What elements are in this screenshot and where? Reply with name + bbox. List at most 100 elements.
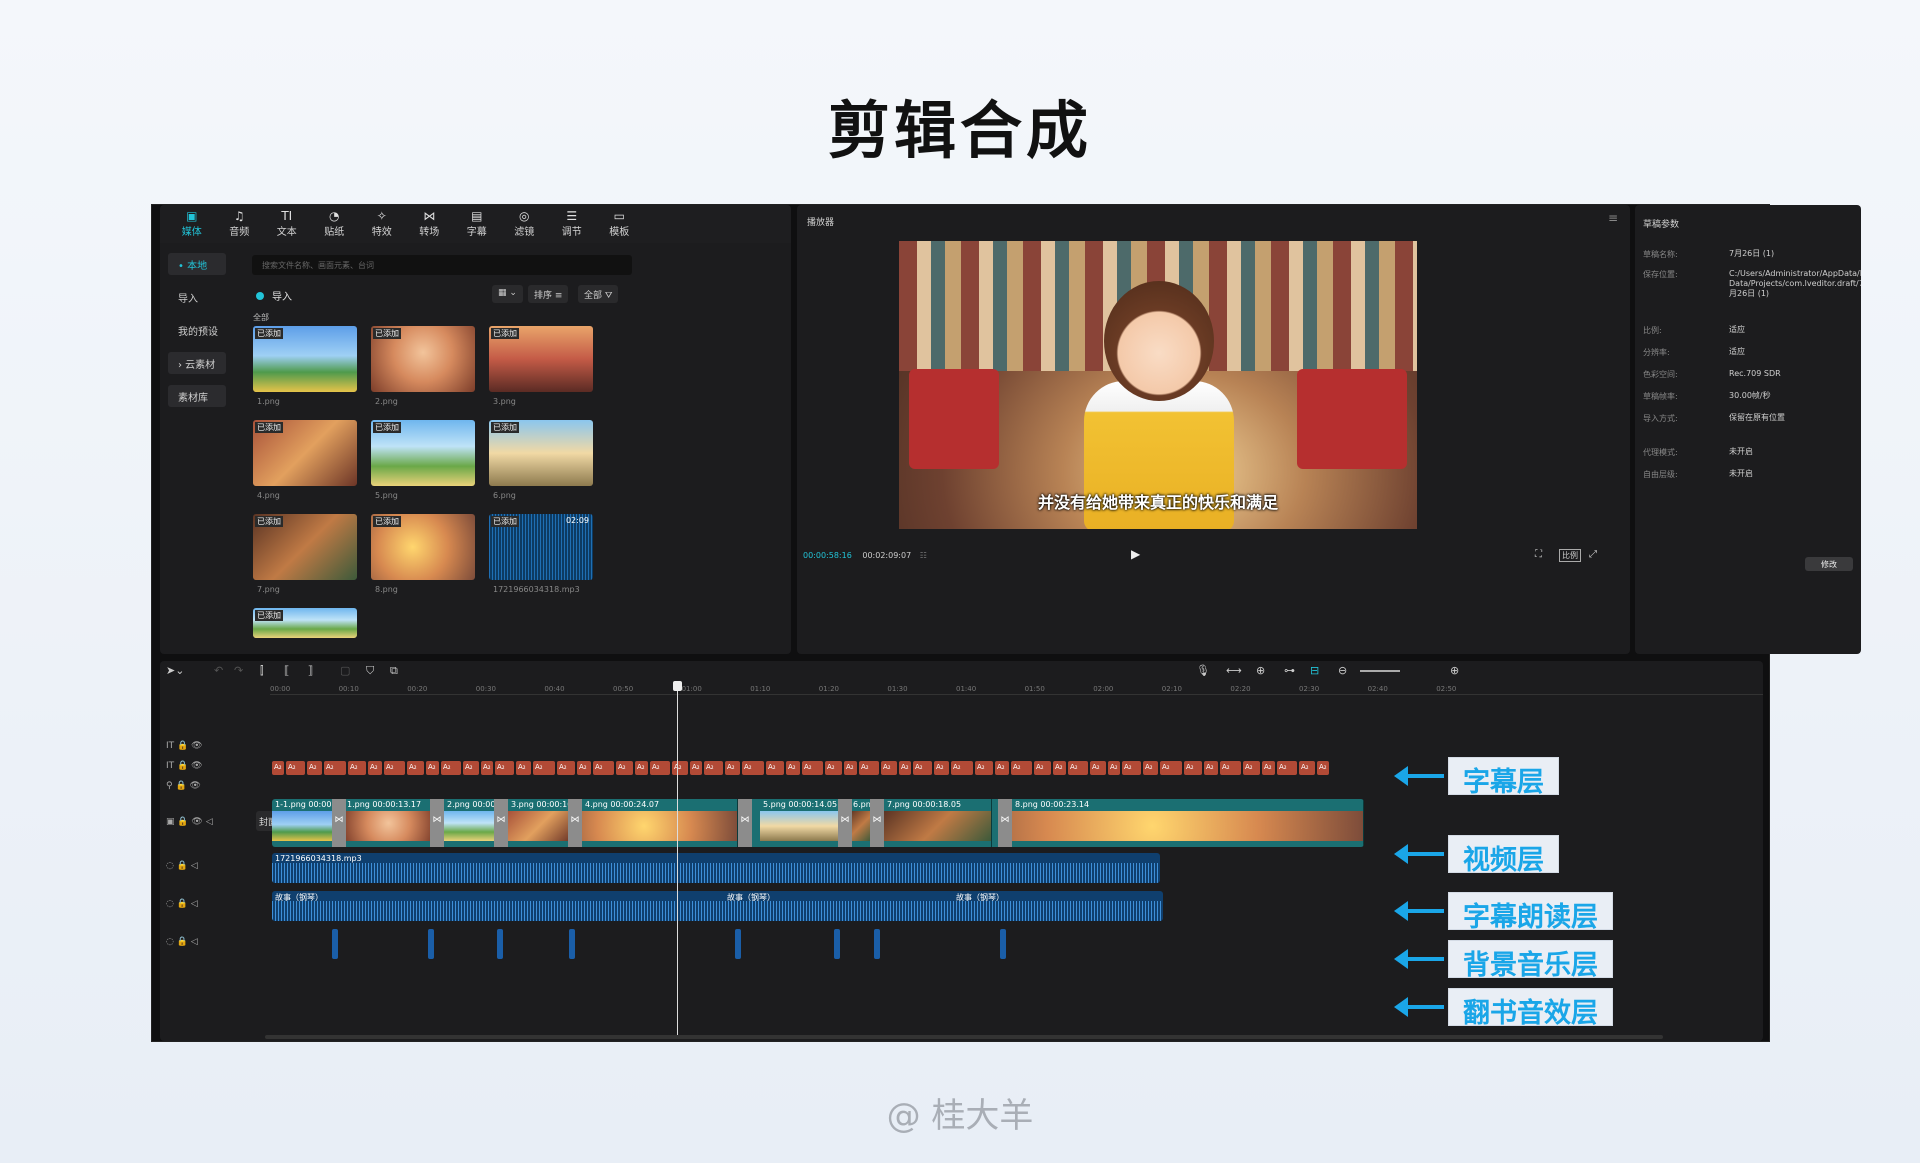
subtitle-chip[interactable]: A₂ bbox=[704, 761, 723, 775]
media-thumb[interactable]: 已添加 bbox=[253, 326, 357, 392]
subtitle-chip[interactable]: A₂ bbox=[1090, 761, 1106, 775]
media-thumb[interactable]: 已添加 bbox=[253, 420, 357, 486]
subtitle-chip[interactable]: A₂ bbox=[1068, 761, 1088, 775]
subtitle-chip[interactable]: A₂ bbox=[384, 761, 405, 775]
subtitle-chip[interactable]: A₂ bbox=[881, 761, 897, 775]
sfx-clip[interactable] bbox=[735, 929, 741, 959]
voice-track[interactable]: 1721966034318.mp3 bbox=[272, 853, 1160, 883]
subtitle-chip[interactable]: A₂ bbox=[516, 761, 531, 775]
video-clip[interactable]: 2.png 00:00.0 bbox=[444, 799, 498, 847]
subtitle-chip[interactable]: A₂ bbox=[975, 761, 993, 775]
subtitle-chip[interactable]: A₂ bbox=[859, 761, 879, 775]
subtitle-chip[interactable]: A₂ bbox=[557, 761, 575, 775]
subtitle-chip[interactable]: A₂ bbox=[1053, 761, 1066, 775]
menu-icon[interactable]: ≡ bbox=[1608, 211, 1618, 225]
subtitle-chip[interactable]: A₂ bbox=[616, 761, 633, 775]
sort-button[interactable]: 排序 ≡ bbox=[528, 285, 569, 303]
subtitle-chip[interactable]: A₂ bbox=[913, 761, 932, 775]
import-button[interactable]: 导入 bbox=[256, 288, 292, 303]
subtitle-chip[interactable]: A₂ bbox=[1160, 761, 1182, 775]
subtitle-chip[interactable]: A₂ bbox=[272, 761, 284, 775]
subtitle-chip[interactable]: A₂ bbox=[1184, 761, 1202, 775]
transition-icon[interactable]: ⋈ bbox=[998, 799, 1012, 847]
media-thumb[interactable]: 已添加 02:09 bbox=[489, 514, 593, 580]
ratio-button[interactable]: 比例 bbox=[1559, 549, 1581, 562]
subtitle-chip[interactable]: A₂ bbox=[463, 761, 479, 775]
video-clip[interactable]: 4.png 00:00:24.07 bbox=[582, 799, 738, 847]
subtitle-chip[interactable]: A₂ bbox=[786, 761, 800, 775]
sfx-clip[interactable] bbox=[874, 929, 880, 959]
transition-icon[interactable]: ⋈ bbox=[738, 799, 752, 847]
video-clip[interactable]: 1.png 00:00:13.17 bbox=[344, 799, 434, 847]
fullscreen-icon[interactable]: ⤢ bbox=[1589, 549, 1597, 560]
video-preview[interactable]: 并没有给她带来真正的快乐和满足 bbox=[899, 241, 1417, 529]
subtitle-chip[interactable]: A₂ bbox=[742, 761, 764, 775]
horizontal-scrollbar[interactable] bbox=[265, 1035, 1663, 1039]
search-input[interactable]: 搜索文件名称、画面元素、台词 bbox=[252, 255, 632, 275]
sfx-clip[interactable] bbox=[569, 929, 575, 959]
sidebar-item-3[interactable]: › 云素材 bbox=[168, 352, 226, 374]
chain-icon[interactable]: ⊶ bbox=[1284, 664, 1295, 677]
subtitle-chip[interactable]: A₂ bbox=[1220, 761, 1241, 775]
subtitle-chip[interactable]: A₂ bbox=[368, 761, 382, 775]
playhead-knob[interactable] bbox=[673, 681, 682, 691]
video-clip[interactable]: 6.png bbox=[850, 799, 872, 847]
subtitle-chip[interactable]: A₂ bbox=[635, 761, 648, 775]
filter-button[interactable]: 全部 ⛛ bbox=[578, 285, 619, 303]
media-thumb-partial[interactable]: 已添加 bbox=[253, 608, 357, 638]
subtitle-chip[interactable]: A₂ bbox=[1108, 761, 1120, 775]
subtitle-chip[interactable]: A₂ bbox=[1034, 761, 1051, 775]
subtitle-chip[interactable]: A₂ bbox=[495, 761, 514, 775]
mic-icon[interactable]: 🎙 bbox=[1196, 664, 1210, 677]
zoom-in-icon[interactable]: ⊕ bbox=[1450, 664, 1459, 677]
tab-filter[interactable]: ◎ 滤镜 bbox=[501, 205, 549, 243]
tab-adjust[interactable]: ☰ 调节 bbox=[548, 205, 596, 243]
subtitle-chip[interactable]: A₂ bbox=[844, 761, 857, 775]
transition-icon[interactable]: ⋈ bbox=[494, 799, 508, 847]
tab-media[interactable]: ▣ 媒体 bbox=[168, 205, 216, 243]
sfx-clip[interactable] bbox=[428, 929, 434, 959]
media-thumb[interactable]: 已添加 bbox=[371, 420, 475, 486]
subtitle-chip[interactable]: A₂ bbox=[441, 761, 461, 775]
media-thumb[interactable]: 已添加 bbox=[489, 326, 593, 392]
sidebar-item-2[interactable]: 我的预设 bbox=[168, 319, 226, 341]
redo-icon[interactable]: ↷ bbox=[234, 664, 243, 677]
play-icon[interactable]: ▶ bbox=[1131, 547, 1140, 561]
music-track[interactable]: 故事（钢琴） 故事（钢琴） 故事（钢琴） bbox=[272, 891, 1163, 921]
sfx-clip[interactable] bbox=[497, 929, 503, 959]
subtitle-chip[interactable]: A₂ bbox=[1299, 761, 1315, 775]
modify-button[interactable]: 修改 bbox=[1805, 557, 1853, 571]
split-icon[interactable]: ⫿ bbox=[260, 664, 264, 678]
subtitle-chip[interactable]: A₂ bbox=[825, 761, 842, 775]
subtitle-chip[interactable]: A₂ bbox=[899, 761, 911, 775]
media-thumb[interactable]: 已添加 bbox=[371, 514, 475, 580]
link-icon[interactable]: ⟷ bbox=[1226, 664, 1242, 677]
tab-template[interactable]: ▭ 模板 bbox=[596, 205, 644, 243]
video-clip[interactable]: 8.png 00:00:23.14 bbox=[1012, 799, 1364, 847]
subtitle-chip[interactable]: A₂ bbox=[533, 761, 555, 775]
video-clip[interactable]: 7.png 00:00:18.05 bbox=[884, 799, 992, 847]
sfx-clip[interactable] bbox=[332, 929, 338, 959]
playhead[interactable] bbox=[673, 681, 682, 1035]
subtitle-chip[interactable]: A₂ bbox=[766, 761, 784, 775]
delete-icon[interactable]: ▢ bbox=[340, 664, 350, 677]
transition-icon[interactable]: ⋈ bbox=[332, 799, 346, 847]
subtitle-chip[interactable]: A₂ bbox=[324, 761, 346, 775]
list-icon[interactable]: ☷ bbox=[920, 551, 927, 560]
subtitle-chip[interactable]: A₂ bbox=[672, 761, 688, 775]
select-tool-icon[interactable]: ➤⌄ bbox=[166, 664, 184, 677]
transition-icon[interactable]: ⋈ bbox=[430, 799, 444, 847]
subtitle-chip[interactable]: A₂ bbox=[577, 761, 591, 775]
subtitle-chip[interactable]: A₂ bbox=[690, 761, 702, 775]
subtitle-chip[interactable]: A₂ bbox=[650, 761, 670, 775]
crop-icon[interactable]: ⧉ bbox=[390, 664, 398, 678]
tab-caption[interactable]: ▤ 字幕 bbox=[453, 205, 501, 243]
view-toggle[interactable]: ▦ ⌄ bbox=[492, 285, 523, 303]
split-right-icon[interactable]: ⟧ bbox=[308, 664, 313, 677]
fit-icon[interactable]: ⛶ bbox=[1535, 549, 1542, 560]
subtitle-chip[interactable]: A₂ bbox=[593, 761, 614, 775]
video-clip[interactable]: 5.png 00:00:14.05 bbox=[760, 799, 842, 847]
subtitle-chip[interactable]: A₂ bbox=[1204, 761, 1218, 775]
video-clip[interactable]: 3.png 00:00:10 bbox=[508, 799, 572, 847]
subtitle-chip[interactable]: A₂ bbox=[1317, 761, 1329, 775]
